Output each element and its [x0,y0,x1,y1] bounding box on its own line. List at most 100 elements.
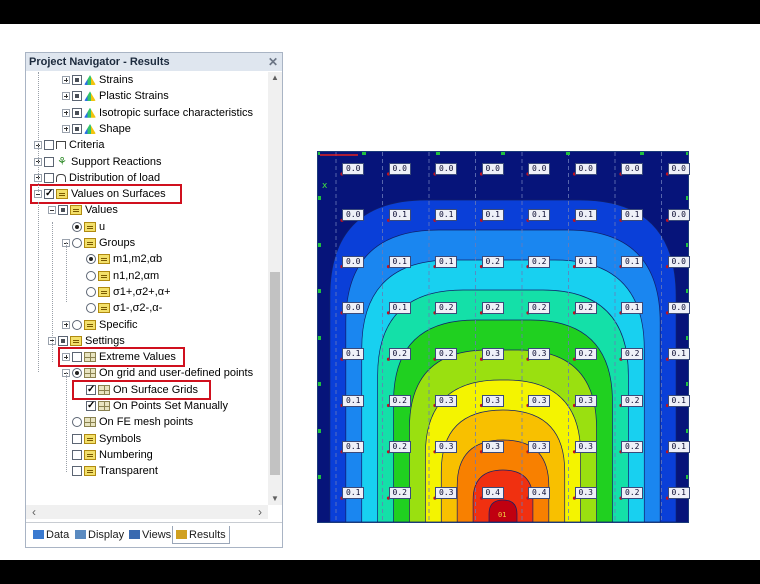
tree-item-label: Values on Surfaces [71,188,166,201]
tree-item[interactable]: u [62,219,105,235]
checkbox[interactable] [44,140,54,151]
expand-plus-icon[interactable] [62,124,70,133]
grid-value-label: 0.2 [388,348,411,361]
results-tree: Strains Plastic Strains Isotropic surface … [26,72,268,505]
tree-item-label: On FE mesh points [99,416,194,429]
tree-item[interactable]: m1,m2,αb [76,251,162,267]
checkbox[interactable] [44,186,54,202]
tree-item[interactable]: σ1+,σ2+,α+ [76,284,171,300]
checkbox[interactable] [72,107,82,118]
grid-value-label: 0.1 [342,394,365,407]
tree-item[interactable]: Criteria [34,137,104,153]
node-marker [318,429,321,433]
checkbox[interactable] [72,123,82,134]
node-marker [686,382,688,386]
grid-value-label: 0.3 [481,348,504,361]
collapse-minus-icon[interactable] [48,206,56,215]
tree-item[interactable]: On grid and user-defined points [62,365,253,381]
tab-data[interactable]: Data [30,526,72,544]
tree-item[interactable]: Strains [62,72,133,88]
tab-display[interactable]: Display [72,526,127,544]
node-marker [318,289,321,293]
tab-views[interactable]: Views [126,526,174,544]
grid-value-label: 0.1 [574,255,597,268]
expand-plus-icon[interactable] [62,108,70,117]
checkbox[interactable] [86,382,96,398]
tree-item-label: m1,m2,αb [113,253,163,266]
node-marker [501,152,505,155]
scroll-right-icon[interactable]: › [258,505,262,519]
navigator-title-bar: Project Navigator - Results ✕ [26,53,282,71]
checkbox[interactable] [72,91,82,102]
checkbox[interactable] [86,398,96,414]
node-marker [640,152,644,155]
display-icon [75,530,86,539]
tree-item[interactable]: Values on Surfaces [34,186,166,202]
grid-value-label: 0.0 [667,301,690,314]
node-marker [686,196,688,200]
radio-button[interactable] [72,221,82,232]
radio-button[interactable] [72,238,82,249]
scroll-left-icon[interactable]: ‹ [32,505,36,519]
tree-item[interactable]: ⚘ Support Reactions [34,154,162,170]
bottom-label: 01 [498,511,506,519]
radio-button[interactable] [86,303,96,314]
node-marker [362,152,366,155]
radio-button[interactable] [86,254,96,265]
radio-button[interactable] [86,270,96,281]
tree-item[interactable]: n1,n2,αm [76,268,159,284]
horizontal-scrollbar[interactable]: ‹ › [26,505,268,519]
grid-value-label: 0.2 [574,348,597,361]
expand-plus-icon[interactable] [62,353,70,362]
radio-button[interactable] [72,368,82,379]
checkbox[interactable] [72,449,82,460]
checkbox[interactable] [72,75,82,86]
radio-button[interactable] [72,417,82,428]
tree-item[interactable]: Shape [62,121,131,137]
expand-plus-icon[interactable] [62,320,70,329]
checkbox[interactable] [58,205,68,216]
checkbox[interactable] [72,352,82,363]
tree-item[interactable]: On Surface Grids [76,382,198,398]
vertical-scrollbar[interactable]: ▲ ▼ [268,72,282,505]
scroll-down-icon[interactable]: ▼ [270,493,280,505]
contour-plot[interactable]: x 01 0.0 0.0 0.0 0.0 0.0 0.0 0.0 0.0 0.0 0.1 0.1 0.1… [317,151,690,523]
tree-item-label: Isotropic surface characteristics [99,106,254,119]
tree-item[interactable]: Transparent [62,463,158,479]
tree-item[interactable]: Isotropic surface characteristics [62,105,253,121]
navigator-title: Project Navigator - Results [29,56,170,68]
expand-plus-icon[interactable] [62,92,70,101]
tree-item[interactable]: Symbols [62,431,141,447]
tree-item[interactable]: Values [48,202,118,218]
tree-item-label: Transparent [99,465,158,478]
checkbox[interactable] [44,172,54,183]
tree-item[interactable]: Extreme Values [62,349,176,365]
scrollbar-thumb[interactable] [270,272,280,475]
grid-value-label: 0.3 [574,440,597,453]
checkbox[interactable] [72,433,82,444]
grid-icon [98,384,110,395]
tree-item[interactable]: Distribution of load [34,170,160,186]
close-icon[interactable]: ✕ [268,53,278,71]
tree-item[interactable]: Specific [62,317,138,333]
tree-item[interactable]: On Points Set Manually [76,398,228,414]
tree-item[interactable]: Numbering [62,447,153,463]
grid-value-label: 0.3 [435,440,458,453]
tree-item[interactable]: σ1-,σ2-,α- [76,300,162,316]
tree-item[interactable]: On FE mesh points [62,414,193,430]
expand-plus-icon[interactable] [62,76,70,85]
values-icon [84,238,96,249]
tree-item[interactable]: Settings [48,333,125,349]
checkbox[interactable] [44,156,54,167]
tree-item[interactable]: Plastic Strains [62,88,169,104]
radio-button[interactable] [86,286,96,297]
radio-button[interactable] [72,319,82,330]
tree-item[interactable]: Groups [62,235,135,251]
checkbox[interactable] [58,335,68,346]
grid-value-label: 0.1 [621,301,644,314]
values-icon [84,449,96,460]
grid-value-label: 0.3 [528,394,551,407]
tab-results[interactable]: Results [172,526,230,544]
checkbox[interactable] [72,466,82,477]
scroll-up-icon[interactable]: ▲ [270,72,280,84]
